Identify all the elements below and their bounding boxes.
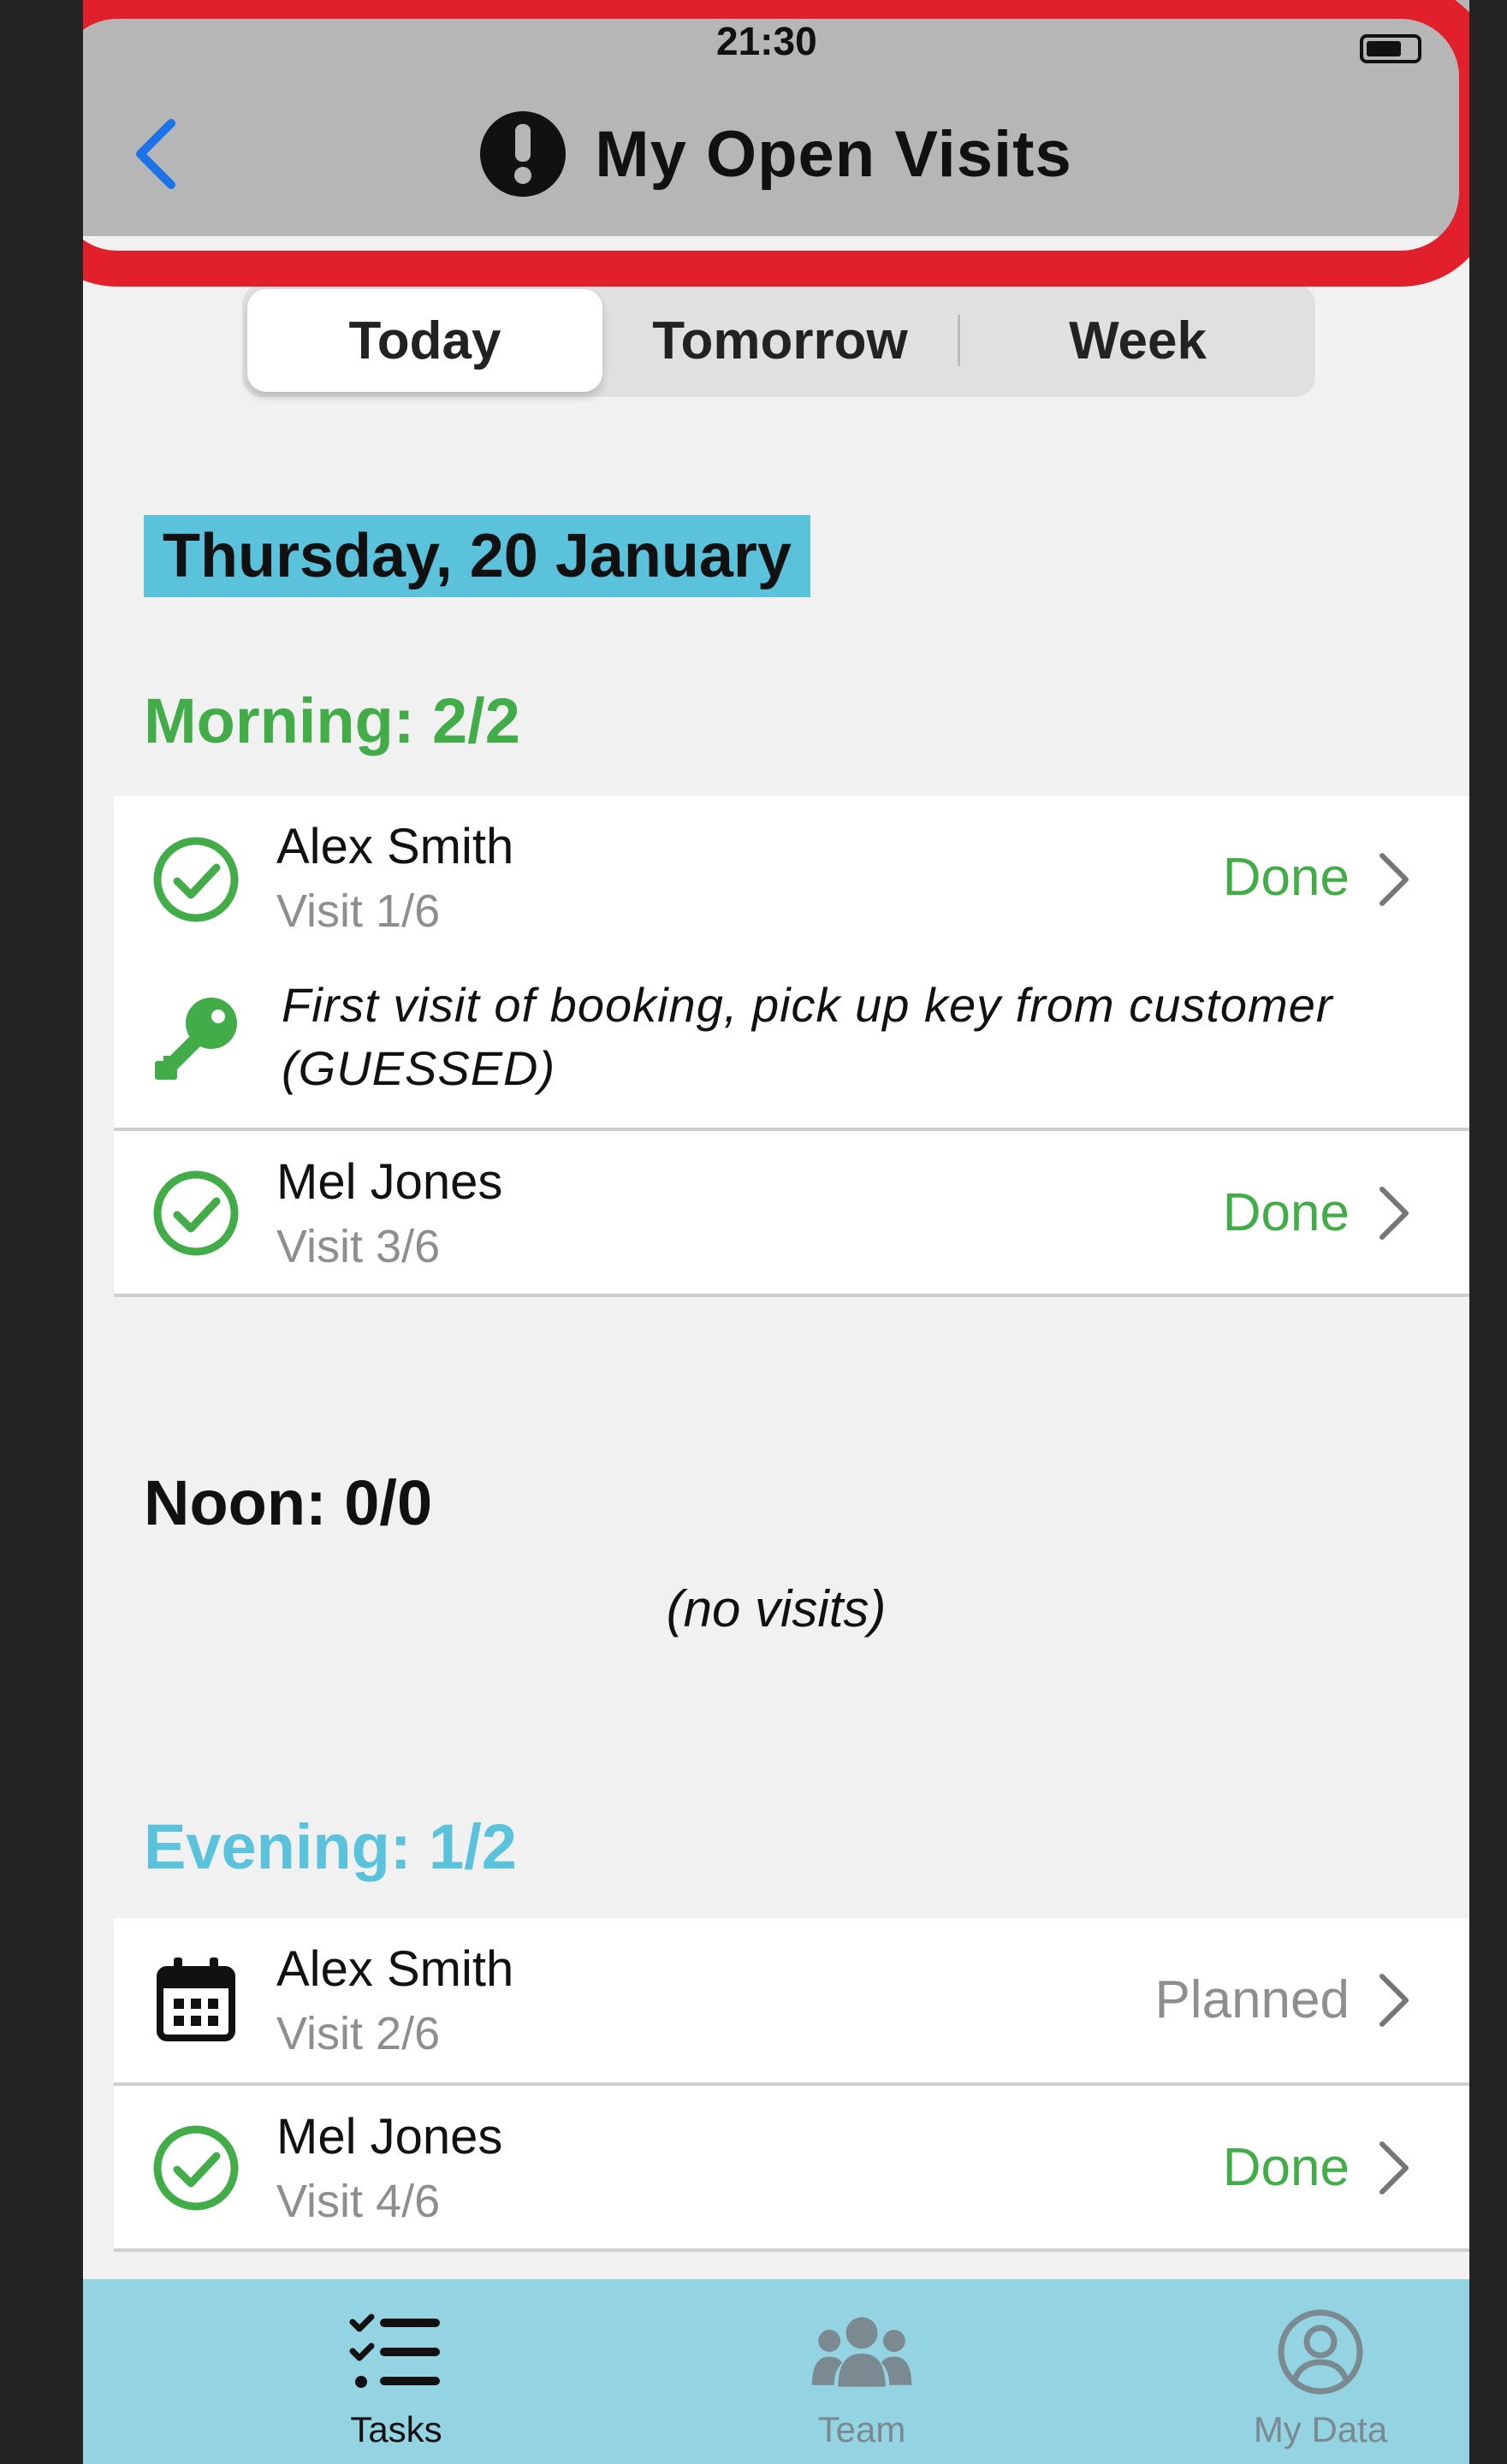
visit-status: Done: [1222, 848, 1350, 907]
section-title-noon: Noon: 0/0: [144, 1467, 433, 1538]
battery-icon: [1360, 34, 1421, 63]
team-icon: [811, 2317, 912, 2387]
user-circle-icon: [1278, 2309, 1363, 2395]
visit-row[interactable]: Alex Smith Visit 2/6 Planned: [114, 1918, 1469, 2086]
visit-status: Planned: [1154, 1970, 1350, 2029]
tab-week[interactable]: Week: [960, 289, 1315, 392]
tabbar-mydata-label: My Data: [1253, 2409, 1388, 2449]
bottom-tab-bar: Tasks Team My Data: [83, 2279, 1469, 2464]
visit-number: Visit 4/6: [276, 2176, 441, 2227]
status-time: 21:30: [716, 24, 817, 58]
visit-customer-name: Mel Jones: [276, 2109, 503, 2165]
visit-number: Visit 2/6: [276, 2008, 441, 2059]
visit-number: Visit 1/6: [276, 886, 441, 937]
tabbar-tasks[interactable]: Tasks: [251, 2279, 542, 2464]
calendar-icon: [157, 1958, 235, 2041]
date-range-tabs: Today Tomorrow Week: [242, 284, 1315, 397]
nav-header: 21:30 My Open Visits: [83, 0, 1469, 236]
visit-number: Visit 3/6: [276, 1221, 441, 1272]
check-circle-icon: [153, 2125, 239, 2211]
chevron-right-icon: [1379, 1974, 1409, 2027]
visit-customer-name: Mel Jones: [276, 1154, 503, 1210]
visit-note: First visit of booking, pick up key from…: [282, 978, 1333, 1095]
visit-customer-name: Alex Smith: [276, 819, 514, 874]
tabbar-mydata[interactable]: My Data: [1175, 2279, 1466, 2464]
visit-row[interactable]: Mel Jones Visit 3/6 Done: [114, 1131, 1469, 1297]
empty-state-text: (no visits): [666, 1580, 887, 1638]
tabbar-team[interactable]: Team: [716, 2279, 1007, 2464]
check-circle-icon: [153, 837, 239, 922]
visit-status: Done: [1222, 1183, 1350, 1242]
app-screen: 21:30 My Open Visits Today Tomorrow Week…: [83, 0, 1469, 2464]
section-title-morning: Morning: 2/2: [144, 685, 520, 756]
task-list-icon: [349, 2313, 440, 2388]
tab-tomorrow[interactable]: Tomorrow: [602, 289, 958, 392]
visit-customer-name: Alex Smith: [276, 1941, 514, 1997]
chevron-right-icon: [1379, 1187, 1409, 1240]
tab-today[interactable]: Today: [247, 289, 602, 392]
visit-row[interactable]: Mel Jones Visit 4/6 Done: [114, 2086, 1469, 2252]
visit-row[interactable]: Alex Smith Visit 1/6 Done First visit of…: [114, 796, 1469, 1131]
chevron-right-icon: [1379, 2141, 1409, 2194]
page-title: My Open Visits: [595, 117, 1072, 191]
tabbar-team-label: Team: [817, 2409, 906, 2449]
header-title-group: My Open Visits: [83, 111, 1469, 197]
section-title-evening: Evening: 1/2: [144, 1811, 517, 1882]
exclamation-circle-icon: [480, 111, 567, 197]
date-heading: Thursday, 20 January: [144, 515, 810, 597]
tabbar-tasks-label: Tasks: [350, 2409, 442, 2449]
key-icon: [155, 998, 237, 1080]
visit-status: Done: [1222, 2138, 1350, 2197]
chevron-right-icon: [1379, 853, 1409, 906]
check-circle-icon: [153, 1170, 239, 1256]
